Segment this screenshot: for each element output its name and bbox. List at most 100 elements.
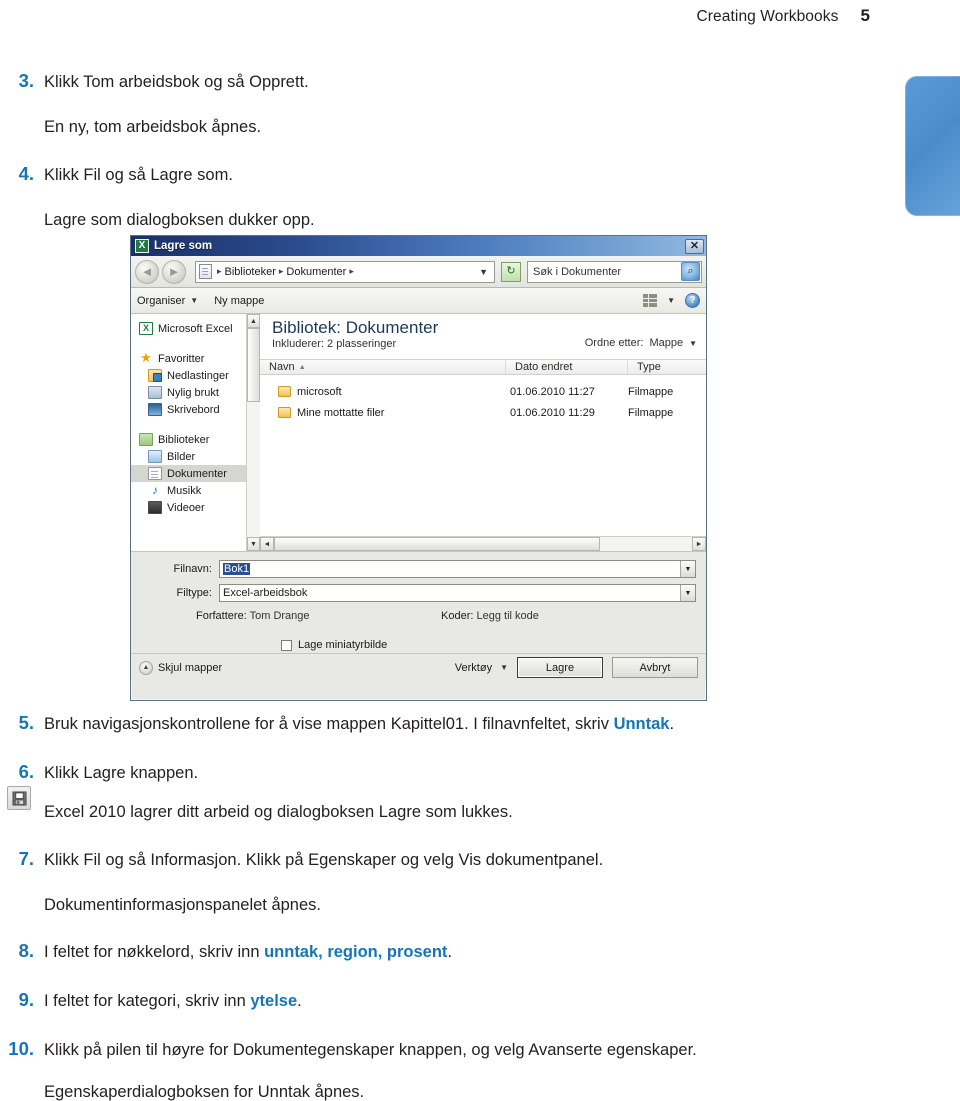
filename-input[interactable]: Bok1 ▼ [219, 560, 696, 578]
step-note-row: Egenskaperdialogboksen for Unntak åpnes. [0, 1084, 960, 1101]
scroll-right-icon[interactable]: ► [692, 537, 706, 551]
help-icon[interactable]: ? [685, 293, 700, 308]
authors-field[interactable]: Forfattere: Tom Drange [141, 610, 441, 622]
cancel-button[interactable]: Avbryt [612, 657, 698, 678]
back-icon[interactable]: ◄ [135, 259, 159, 284]
excel-icon [139, 322, 153, 335]
chevron-down-icon: ▼ [190, 296, 199, 305]
recent-places-icon [148, 386, 162, 399]
step-item: 6. Klikk Lagre knappen. [0, 761, 960, 783]
page-number: 5 [860, 6, 870, 25]
scrollbar-track[interactable] [247, 328, 260, 537]
chevron-down-icon[interactable]: ▼ [680, 561, 695, 577]
sidebar-item-biblioteker[interactable]: Biblioteker [131, 431, 259, 448]
sidebar-item-label: Favoritter [158, 352, 205, 365]
address-document-icon [199, 264, 212, 279]
file-name-text: microsoft [297, 385, 342, 398]
file-type-cell: Filmappe [628, 406, 674, 419]
forward-icon[interactable]: ► [162, 259, 186, 284]
dialog-body: Microsoft Excel ★ Favoritter Nedlastinge… [131, 314, 706, 551]
address-bar[interactable]: ▸ Biblioteker ▸ Dokumenter ▸ ▼ [195, 260, 495, 283]
filetype-select[interactable]: Excel-arbeidsbok ▼ [219, 584, 696, 602]
thumbnail-checkbox-row[interactable]: Lage miniatyrbilde [141, 639, 696, 651]
table-row[interactable]: microsoft 01.06.2010 11:27 Filmappe [260, 381, 706, 402]
sidebar-item-videoer[interactable]: Videoer [131, 499, 259, 516]
step-number: 6. [18, 761, 34, 782]
file-list-horizontal-scrollbar[interactable]: ◄ ► [260, 536, 706, 551]
steps-top-group: 3. Klikk Tom arbeidsbok og så Opprett. E… [0, 70, 960, 228]
sidebar-divider [131, 418, 259, 431]
file-rows: microsoft 01.06.2010 11:27 Filmappe Mine… [260, 375, 706, 423]
library-heading-group: Bibliotek: Dokumenter Inkluderer: 2 plas… [272, 319, 438, 350]
step-text: Klikk Tom arbeidsbok og så Opprett. [44, 73, 309, 91]
sidebar-item-label: Nedlastinger [167, 369, 229, 382]
tools-button[interactable]: Verktøy ▼ [455, 662, 508, 674]
sidebar-item-bilder[interactable]: Bilder [131, 448, 259, 465]
search-input[interactable]: Søk i Dokumenter ⌕ [527, 260, 702, 283]
sidebar-item-favoritter[interactable]: ★ Favoritter [131, 350, 259, 367]
step-note: En ny, tom arbeidsbok åpnes. [44, 118, 262, 136]
step-number: 8. [18, 940, 34, 961]
organize-button[interactable]: Organiser ▼ [137, 295, 198, 307]
sidebar-item-label: Musikk [167, 484, 202, 497]
sidebar-item-musikk[interactable]: ♪ Musikk [131, 482, 259, 499]
step-item: 8. I feltet for nøkkelord, skriv inn unn… [0, 940, 960, 962]
chevron-down-icon[interactable]: ▼ [680, 585, 695, 601]
view-mode-icon[interactable] [643, 294, 658, 307]
save-button[interactable]: Lagre [517, 657, 603, 678]
sidebar-item-microsoft-excel[interactable]: Microsoft Excel [131, 320, 259, 337]
hide-folders-button[interactable]: ▲ Skjul mapper [139, 660, 222, 675]
sidebar-item-nylig-brukt[interactable]: Nylig brukt [131, 384, 259, 401]
arrange-by-value: Mappe [649, 337, 684, 349]
sidebar-item-skrivebord[interactable]: Skrivebord [131, 401, 259, 418]
step-text-before: I feltet for nøkkelord, skriv inn [44, 943, 265, 961]
excel-icon: X [135, 239, 149, 253]
step-item: 10. Klikk på pilen til høyre for Dokumen… [0, 1038, 960, 1063]
scroll-left-icon[interactable]: ◄ [260, 537, 274, 551]
scroll-down-icon[interactable]: ▼ [247, 537, 260, 551]
step-note-row: Dokumentinformasjonspanelet åpnes. [0, 896, 960, 914]
footer-actions: Verktøy ▼ Lagre Avbryt [455, 657, 698, 678]
column-header-dato-endret[interactable]: Dato endret [506, 360, 628, 374]
commandbar-right-group: ▼ ? [643, 293, 700, 308]
column-header-navn[interactable]: Navn ▲ [260, 360, 506, 374]
arrange-by-control[interactable]: Ordne etter: Mappe ▼ [585, 319, 697, 349]
authors-label: Forfattere: [196, 610, 247, 622]
file-list-pane: Bibliotek: Dokumenter Inkluderer: 2 plas… [260, 314, 706, 551]
thumbnail-checkbox[interactable] [281, 639, 292, 651]
sidebar-scrollbar[interactable]: ▲ ▼ [246, 314, 260, 551]
filetype-label: Filtype: [176, 587, 212, 599]
breadcrumb-documents[interactable]: Dokumenter [286, 266, 346, 278]
scroll-up-icon[interactable]: ▲ [247, 314, 260, 328]
column-label: Dato endret [515, 361, 573, 373]
sidebar-item-label: Bilder [167, 450, 196, 463]
column-header-type[interactable]: Type [628, 360, 706, 374]
column-label: Type [637, 361, 661, 373]
scrollbar-thumb[interactable] [247, 328, 260, 402]
file-name-cell: microsoft [260, 386, 506, 398]
scrollbar-thumb[interactable] [274, 537, 601, 551]
tags-label: Koder: [441, 610, 474, 622]
step-number: 7. [18, 847, 34, 869]
chevron-down-icon[interactable]: ▼ [667, 296, 675, 305]
chevron-down-icon[interactable]: ▼ [479, 267, 492, 277]
step-number: 10. [8, 1038, 34, 1059]
tags-field[interactable]: Koder: Legg til kode [441, 610, 539, 622]
close-icon[interactable]: ✕ [685, 238, 704, 254]
sidebar-divider [131, 337, 259, 350]
step-number: 9. [18, 989, 34, 1010]
sidebar-item-nedlastinger[interactable]: Nedlastinger [131, 367, 259, 384]
sidebar-item-dokumenter[interactable]: Dokumenter [131, 465, 259, 482]
filetype-row: Filtype: Excel-arbeidsbok ▼ [141, 584, 696, 602]
save-as-dialog[interactable]: X Lagre som ✕ ◄ ► ▸ Biblioteker ▸ Dokume… [130, 235, 707, 701]
search-icon[interactable]: ⌕ [681, 262, 700, 281]
tools-label: Verktøy [454, 661, 493, 674]
new-folder-button[interactable]: Ny mappe [214, 295, 264, 307]
step-text-before: I feltet for kategori, skriv inn [44, 992, 251, 1010]
navigation-pane[interactable]: Microsoft Excel ★ Favoritter Nedlastinge… [131, 314, 260, 551]
table-row[interactable]: Mine mottatte filer 01.06.2010 11:29 Fil… [260, 402, 706, 423]
scrollbar-track[interactable] [274, 537, 692, 551]
downloads-folder-icon [148, 369, 162, 382]
refresh-icon[interactable]: ↻ [501, 261, 521, 282]
breadcrumb-libraries[interactable]: Biblioteker [225, 266, 276, 278]
